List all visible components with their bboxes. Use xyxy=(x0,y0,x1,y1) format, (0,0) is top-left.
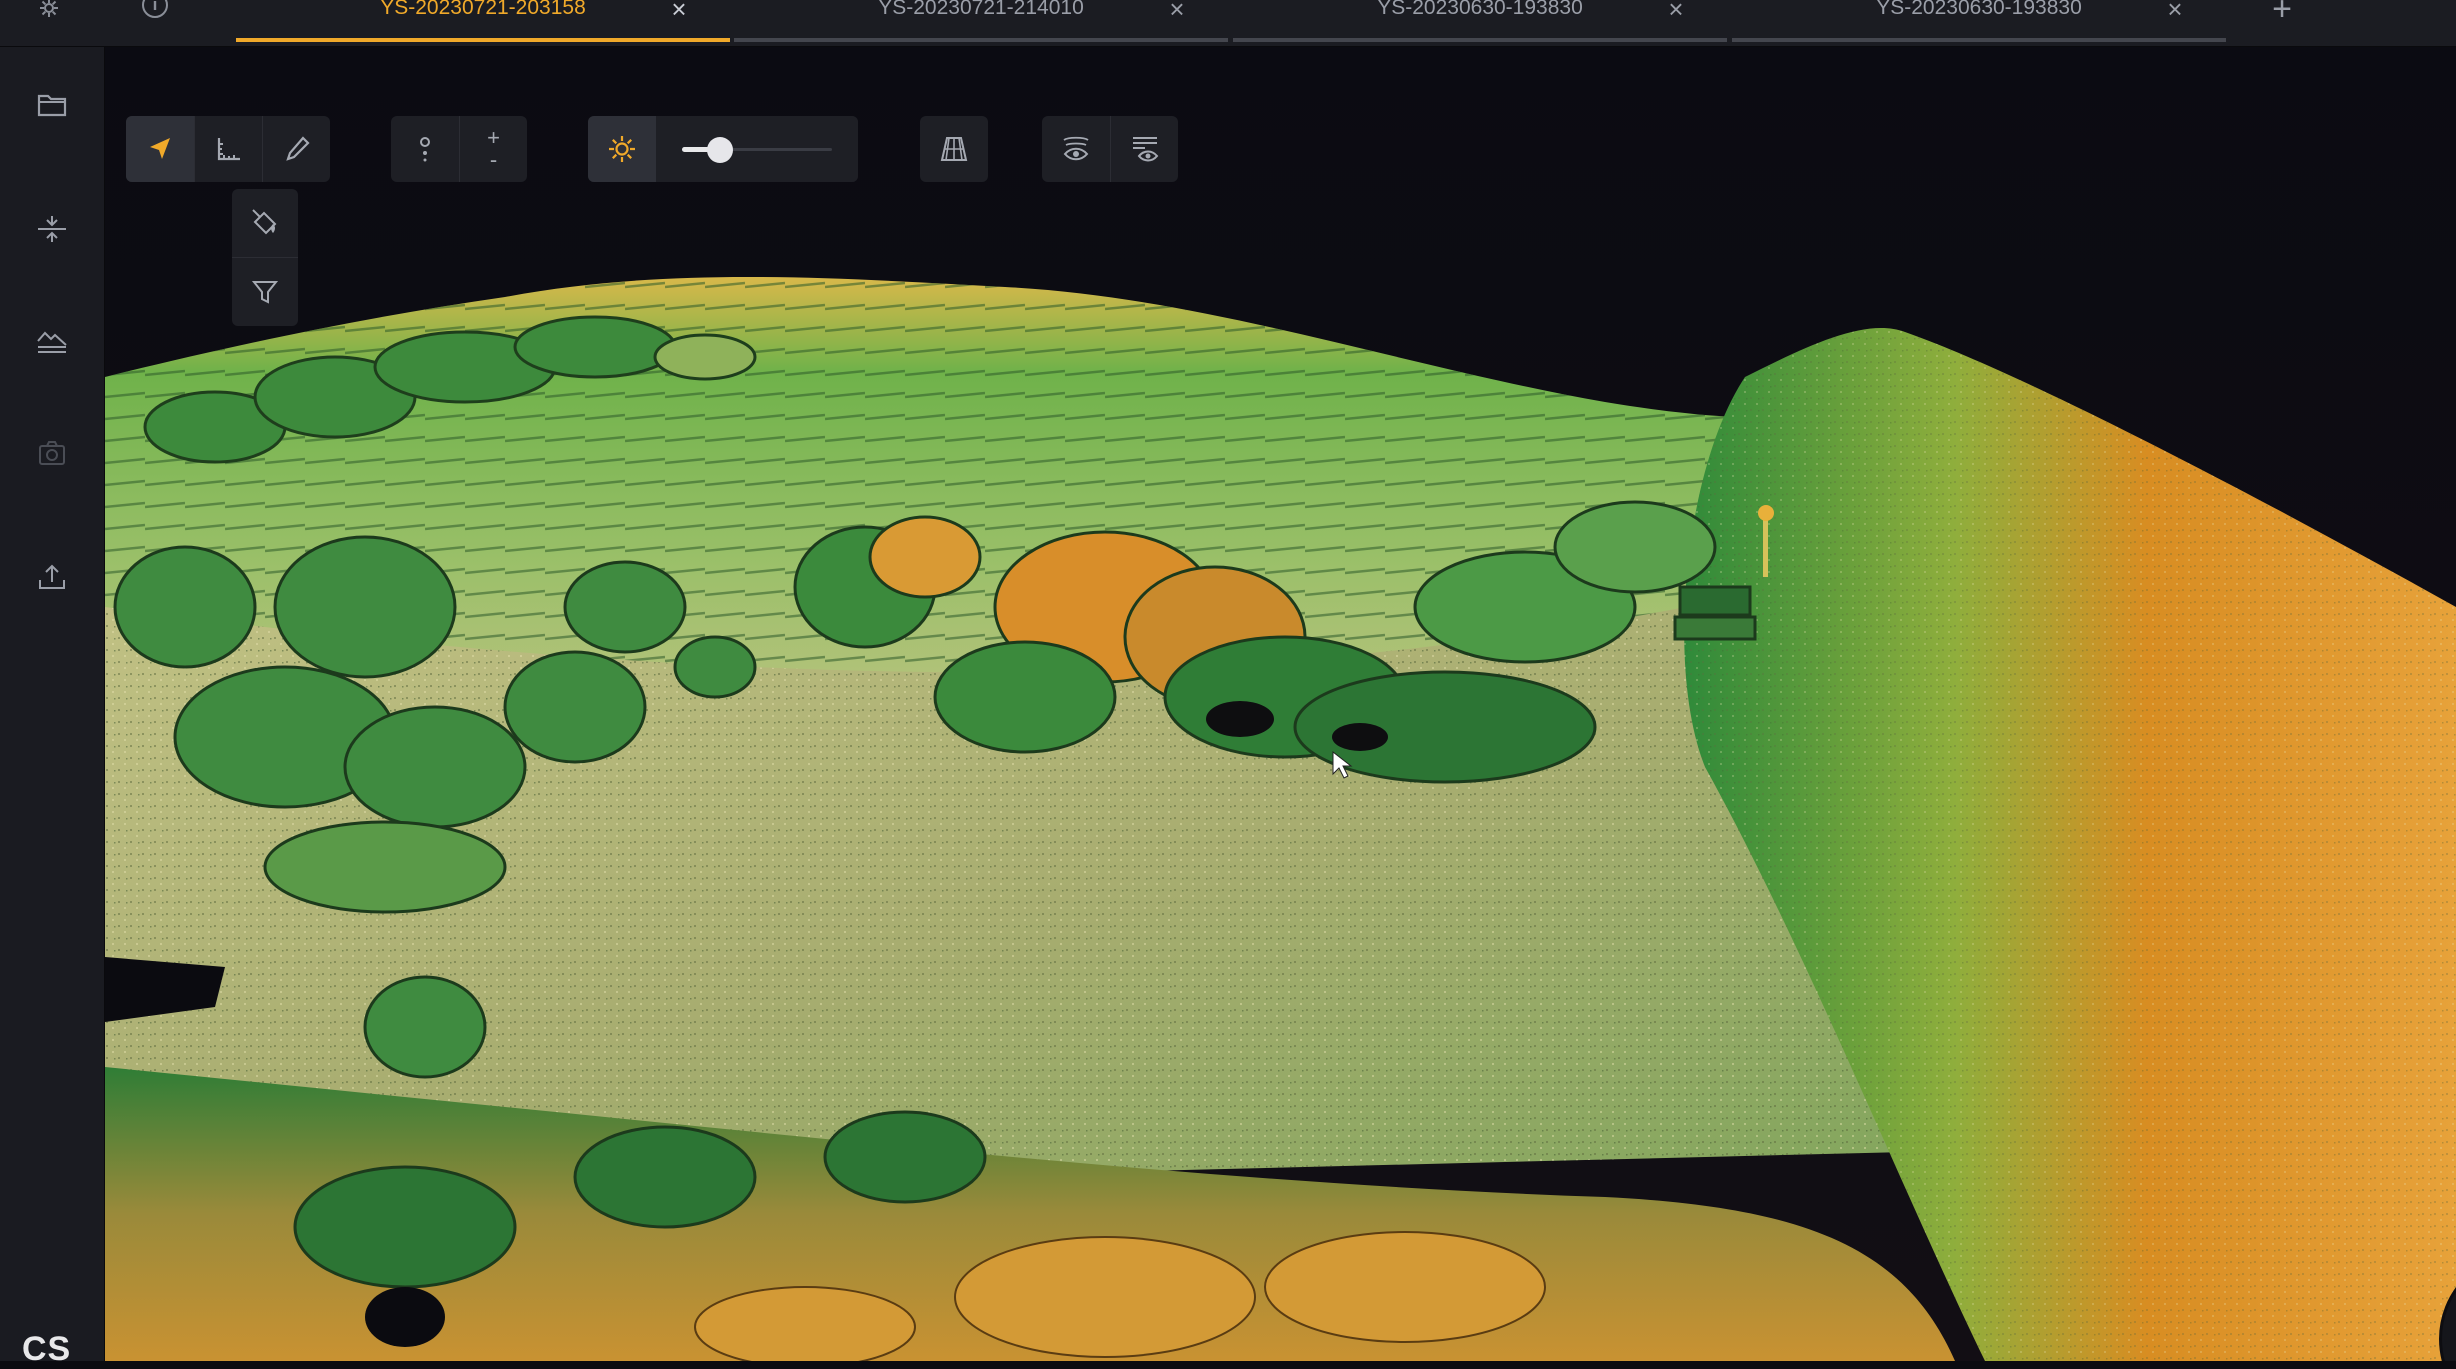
view-compass[interactable]: W S E top xyxy=(2439,1251,2456,1361)
layer-visibility-icon[interactable] xyxy=(1110,116,1178,182)
camera-icon[interactable] xyxy=(32,433,72,473)
left-sidebar: CS xyxy=(0,47,105,1368)
tab-ys-20230630-193830[interactable]: YS-20230630-193830 × xyxy=(1233,0,1727,42)
close-icon[interactable]: × xyxy=(668,0,690,22)
tab-label: YS-20230721-214010 xyxy=(878,0,1084,19)
sun-lighting-icon[interactable] xyxy=(588,116,656,182)
side-tool-group xyxy=(232,189,298,326)
tool-group-point: + - xyxy=(391,116,527,182)
tab-ys-20230721-203158[interactable]: YS-20230721-203158 × xyxy=(236,0,730,42)
close-icon[interactable]: × xyxy=(1665,0,1687,22)
tool-group-projection xyxy=(920,116,988,182)
tab-ys-20230630-193830-2[interactable]: YS-20230630-193830 × xyxy=(1732,0,2226,42)
tab-bar: YS-20230721-203158 × YS-20230721-214010 … xyxy=(0,0,2456,47)
point-cloud-viewport[interactable]: + - xyxy=(105,47,2456,1361)
lighting-slider[interactable] xyxy=(656,116,858,182)
filter-icon[interactable] xyxy=(232,257,298,326)
point-size-icon[interactable] xyxy=(391,116,459,182)
tool-group-navigation xyxy=(126,116,330,182)
tool-group-lighting xyxy=(588,116,858,182)
compass-ring xyxy=(2442,1254,2456,1361)
zoom-in-label[interactable]: + xyxy=(487,127,500,149)
tab-label: YS-20230630-193830 xyxy=(1876,0,2082,19)
measure-icon[interactable] xyxy=(194,116,262,182)
info-icon[interactable] xyxy=(132,0,178,24)
folder-icon[interactable] xyxy=(32,85,72,125)
close-icon[interactable]: × xyxy=(1166,0,1188,22)
brand-logo: CS xyxy=(22,1330,72,1368)
export-icon[interactable] xyxy=(32,557,72,597)
visibility-icon[interactable] xyxy=(1042,116,1110,182)
point-cloud-scene[interactable] xyxy=(105,47,2456,1361)
annotate-pen-icon[interactable] xyxy=(262,116,330,182)
navigate-icon[interactable] xyxy=(126,116,194,182)
terrain-layers-icon[interactable] xyxy=(32,321,72,361)
tab-label: YS-20230630-193830 xyxy=(1377,0,1583,19)
settings-icon[interactable] xyxy=(26,0,72,24)
slider-handle[interactable] xyxy=(706,137,733,163)
tab-ys-20230721-214010[interactable]: YS-20230721-214010 × xyxy=(734,0,1228,42)
section-plane-icon[interactable] xyxy=(32,209,72,249)
tab-label: YS-20230721-203158 xyxy=(380,0,586,19)
zoom-out-label[interactable]: - xyxy=(490,149,497,171)
paint-bucket-icon[interactable] xyxy=(232,189,298,257)
add-tab-icon[interactable]: + xyxy=(2264,0,2300,26)
close-icon[interactable]: × xyxy=(2164,0,2186,22)
grid-projection-icon[interactable] xyxy=(920,116,988,182)
zoom-in-out-icon[interactable]: + - xyxy=(459,116,527,182)
tool-group-visibility xyxy=(1042,116,1178,182)
